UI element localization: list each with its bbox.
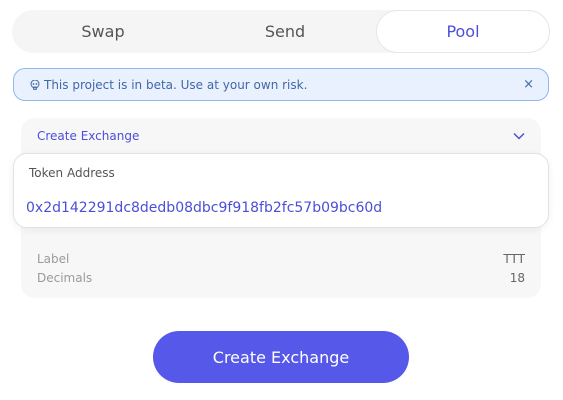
skull-icon <box>30 79 40 90</box>
chevron-down-icon[interactable] <box>513 132 525 140</box>
tab-pool[interactable]: Pool <box>376 10 550 53</box>
token-address-field: Token Address <box>13 153 549 228</box>
label-field-name: Label <box>37 251 70 266</box>
decimals-row: Decimals 18 <box>37 268 525 287</box>
token-details: Label TTT Decimals 18 <box>37 249 525 287</box>
tab-swap[interactable]: Swap <box>12 11 194 52</box>
decimals-field-name: Decimals <box>37 270 93 285</box>
label-row: Label TTT <box>37 249 525 268</box>
create-exchange-title: Create Exchange <box>37 128 140 143</box>
beta-warning-text: This project is in beta. Use at your own… <box>44 77 308 92</box>
decimals-field-value: 18 <box>509 270 525 285</box>
tab-send[interactable]: Send <box>194 11 376 52</box>
pool-page: Swap Send Pool This project is in beta. … <box>0 0 563 400</box>
label-field-value: TTT <box>503 251 525 266</box>
create-exchange-button[interactable]: Create Exchange <box>153 331 409 383</box>
token-address-label: Token Address <box>29 166 115 180</box>
tab-bar: Swap Send Pool <box>12 10 550 53</box>
beta-warning-banner: This project is in beta. Use at your own… <box>13 68 549 101</box>
token-address-input[interactable] <box>26 196 536 220</box>
create-exchange-header[interactable]: Create Exchange <box>21 118 541 153</box>
close-icon[interactable]: × <box>523 78 534 91</box>
